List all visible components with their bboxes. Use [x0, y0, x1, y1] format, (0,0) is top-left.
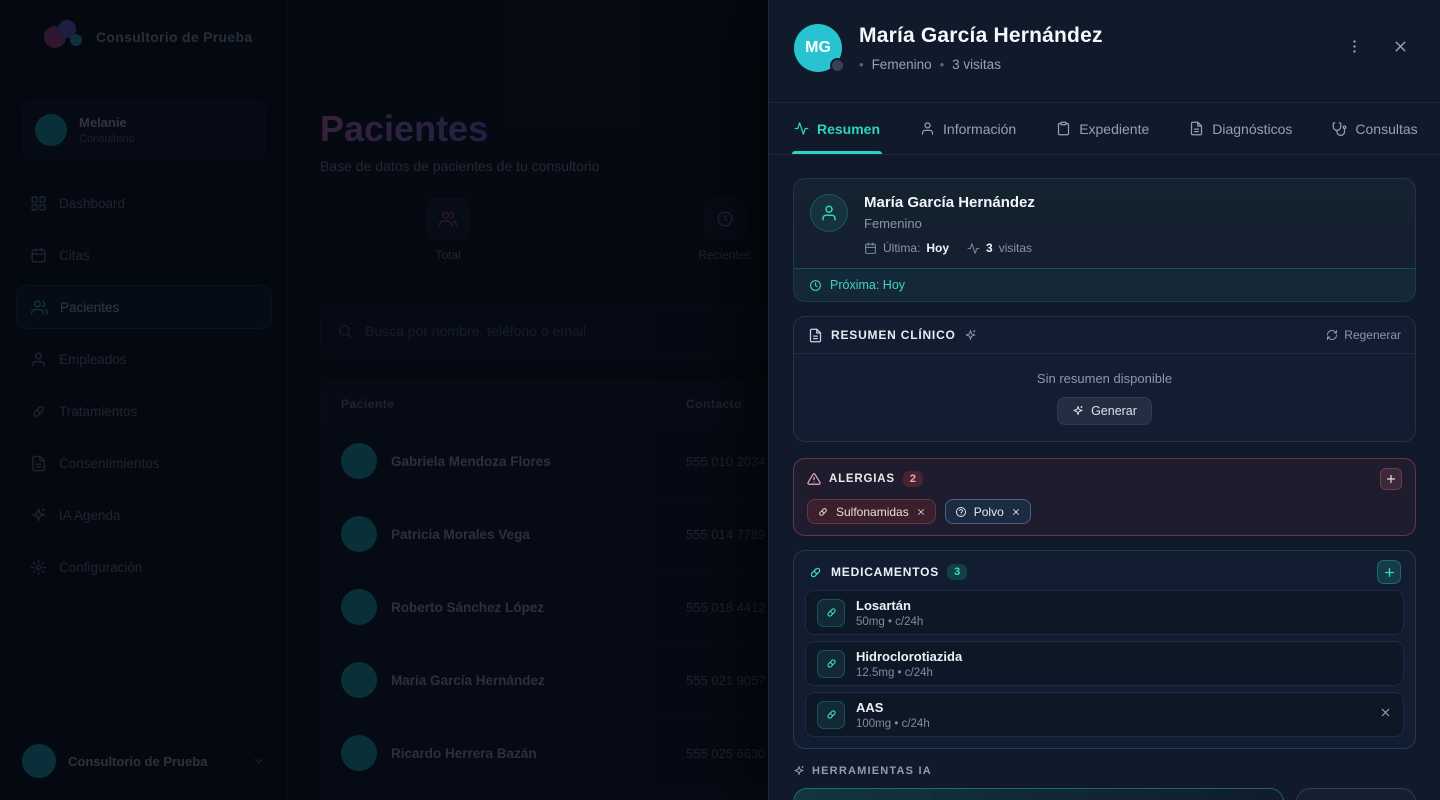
visit-count-value: 3	[986, 241, 993, 255]
visit-count: 3 visitas	[967, 241, 1032, 255]
patient-summary-card: María García Hernández Femenino Última: …	[793, 178, 1416, 302]
patient-gender: Femenino	[872, 57, 932, 72]
sparkles-icon	[793, 765, 805, 777]
remove-allergy-icon[interactable]	[916, 507, 926, 517]
file-text-icon	[1189, 121, 1204, 136]
allergy-chip: Sulfonamidas	[807, 499, 936, 524]
ai-tools-header: HERRAMIENTAS IA	[793, 765, 1416, 777]
sparkles-icon	[964, 329, 977, 342]
close-drawer-button[interactable]	[1384, 30, 1416, 62]
help-circle-icon	[955, 506, 967, 518]
next-appointment-banner: Próxima: Hoy	[794, 268, 1415, 301]
user-icon	[920, 121, 935, 136]
allergy-chip: Polvo	[945, 499, 1031, 524]
alert-triangle-icon	[807, 472, 821, 486]
patient-card-gender: Femenino	[864, 216, 1035, 231]
allergies-title: ALERGIAS	[829, 473, 895, 485]
allergy-label: Sulfonamidas	[836, 505, 909, 519]
user-icon	[810, 194, 848, 232]
clock-icon	[809, 279, 822, 292]
tab-informacion[interactable]: Información	[920, 103, 1016, 154]
tab-consultas[interactable]: Consultas	[1332, 103, 1417, 154]
more-vertical-icon	[1346, 38, 1363, 55]
ai-tools-title: HERRAMIENTAS IA	[812, 765, 932, 777]
tab-label: Información	[943, 121, 1016, 137]
next-appointment-text: Próxima: Hoy	[830, 278, 905, 292]
more-options-button[interactable]	[1338, 30, 1370, 62]
medication-dose: 12.5mg • c/24h	[856, 667, 962, 679]
pill-icon	[808, 565, 823, 580]
drawer-header: MG María García Hernández • Femenino • 3…	[769, 0, 1440, 103]
medication-name: Losartán	[856, 598, 923, 613]
medications-title: MEDICAMENTOS	[831, 565, 939, 579]
allergy-label: Polvo	[974, 505, 1004, 519]
last-visit-value: Hoy	[926, 241, 949, 255]
refresh-icon	[1326, 329, 1338, 341]
treatment-plan-button[interactable]: Plan de Tratamiento	[1296, 788, 1416, 800]
last-visit: Última: Hoy	[864, 241, 949, 255]
patient-visits: 3 visitas	[952, 57, 1001, 72]
activity-icon	[794, 121, 809, 136]
regenerate-button[interactable]: Regenerar	[1326, 328, 1401, 342]
add-medication-button[interactable]	[1377, 560, 1401, 584]
calendar-icon	[864, 242, 877, 255]
stethoscope-icon	[1332, 121, 1347, 136]
avatar-initials: MG	[805, 39, 831, 57]
remove-allergy-icon[interactable]	[1011, 507, 1021, 517]
allergies-card: ALERGIAS 2 Sulfonamidas Polvo	[793, 458, 1416, 536]
plus-icon	[1385, 473, 1397, 485]
pill-icon	[817, 701, 845, 729]
drawer-tabs: Resumen Información Expediente Diagnósti…	[769, 103, 1440, 155]
tab-label: Consultas	[1355, 121, 1417, 137]
generate-label: Generar	[1091, 404, 1137, 418]
medication-item[interactable]: Hidroclorotiazida 12.5mg • c/24h	[805, 641, 1404, 686]
plus-icon	[1383, 566, 1396, 579]
empty-summary-text: Sin resumen disponible	[1037, 371, 1172, 386]
medications-card: MEDICAMENTOS 3 Losartán 50mg • c/24h Hid…	[793, 550, 1416, 749]
clinical-summary-title: RESUMEN CLÍNICO	[831, 328, 956, 342]
visit-count-label: visitas	[999, 241, 1032, 255]
close-icon	[1379, 706, 1392, 719]
tab-label: Resumen	[817, 121, 880, 137]
patient-detail-drawer: MG María García Hernández • Femenino • 3…	[768, 0, 1440, 800]
bullet: •	[859, 57, 864, 72]
close-icon	[1392, 38, 1409, 55]
allergies-count-badge: 2	[903, 471, 923, 487]
bullet: •	[940, 57, 945, 72]
tab-diagnosticos[interactable]: Diagnósticos	[1189, 103, 1292, 154]
avatar-status-badge	[830, 58, 845, 73]
activity-icon	[967, 242, 980, 255]
file-text-icon	[808, 328, 823, 343]
medication-item[interactable]: AAS 100mg • c/24h	[805, 692, 1404, 737]
pill-icon	[817, 650, 845, 678]
patient-meta: • Femenino • 3 visitas	[859, 57, 1103, 72]
pill-icon	[817, 599, 845, 627]
patient-card-name: María García Hernández	[864, 194, 1035, 211]
clinical-analysis-ai-card[interactable]: Análisis Clínico IA Análisis basado en l…	[793, 788, 1284, 800]
tab-label: Expediente	[1079, 121, 1149, 137]
regenerate-label: Regenerar	[1344, 328, 1401, 342]
medication-name: Hidroclorotiazida	[856, 649, 962, 664]
medication-dose: 100mg • c/24h	[856, 718, 930, 730]
sparkles-icon	[1072, 405, 1084, 417]
patient-avatar: MG	[794, 24, 842, 72]
last-visit-label: Última:	[883, 241, 920, 255]
clipboard-icon	[1056, 121, 1071, 136]
generate-summary-button[interactable]: Generar	[1057, 397, 1152, 425]
medication-item[interactable]: Losartán 50mg • c/24h	[805, 590, 1404, 635]
medications-count-badge: 3	[947, 564, 967, 580]
screen: Consultorio de Prueba Melanie Consultori…	[0, 0, 1440, 800]
patient-name-title: María García Hernández	[859, 24, 1103, 48]
clinical-summary-card: RESUMEN CLÍNICO Regenerar Sin resumen di…	[793, 316, 1416, 442]
remove-medication-button[interactable]	[1379, 706, 1392, 724]
add-allergy-button[interactable]	[1380, 468, 1402, 490]
pill-icon	[817, 506, 829, 518]
medication-dose: 50mg • c/24h	[856, 616, 923, 628]
tab-label: Diagnósticos	[1212, 121, 1292, 137]
tab-expediente[interactable]: Expediente	[1056, 103, 1149, 154]
tab-resumen[interactable]: Resumen	[794, 103, 880, 154]
medication-name: AAS	[856, 700, 930, 715]
